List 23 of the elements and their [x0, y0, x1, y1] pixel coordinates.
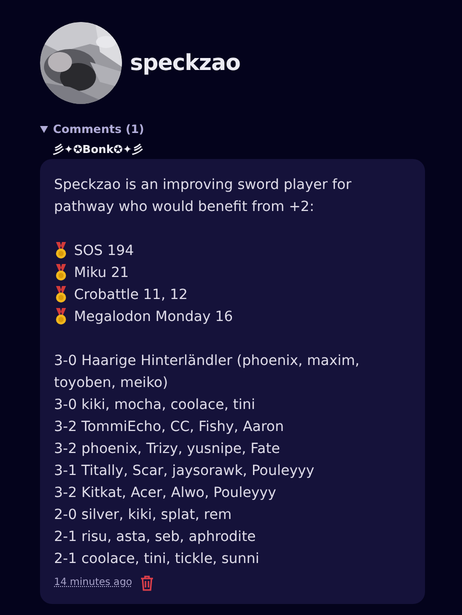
medal-icon — [54, 242, 68, 259]
result-line: 2-0 silver, kiki, splat, rem — [54, 506, 233, 524]
medal-icon — [54, 264, 68, 281]
medal-entry: Miku 21 — [74, 264, 129, 282]
timestamp: 14 minutes ago — [54, 576, 132, 590]
username: speckzao — [130, 50, 240, 76]
comments-toggle[interactable]: Comments (1) — [40, 122, 144, 136]
result-line: 3-0 Haarige Hinterländler (phoenix, maxim, toyoben, meiko) — [54, 352, 361, 392]
result-line: 3-2 phoenix, Trizy, yusnipe, Fate — [54, 440, 281, 458]
result-line: 3-1 Titally, Scar, jaysorawk, Pouleyyy — [54, 462, 316, 480]
medal-icon — [54, 308, 68, 325]
medal-entry: Crobattle 11, 12 — [74, 286, 188, 304]
trash-icon[interactable] — [140, 574, 154, 590]
result-line: 3-0 kiki, mocha, coolace, tini — [54, 396, 256, 414]
comment-author: 彡✦✪Bonk✪✦彡 — [53, 142, 144, 156]
medal-entry: Megalodon Monday 16 — [74, 308, 233, 326]
medal-entry: SOS 194 — [74, 242, 134, 260]
medal-icon — [54, 286, 68, 303]
result-line: 2-1 coolace, tini, tickle, sunni — [54, 550, 260, 568]
result-line: 3-2 Kitkat, Acer, Alwo, Pouleyyy — [54, 484, 278, 502]
result-line: 3-2 TommiEcho, CC, Fishy, Aaron — [54, 418, 285, 436]
comment-text: Speckzao is an improving sword player for pathway who would benefit from +2: — [54, 176, 352, 216]
result-line: 2-1 risu, asta, seb, aphrodite — [54, 528, 257, 546]
